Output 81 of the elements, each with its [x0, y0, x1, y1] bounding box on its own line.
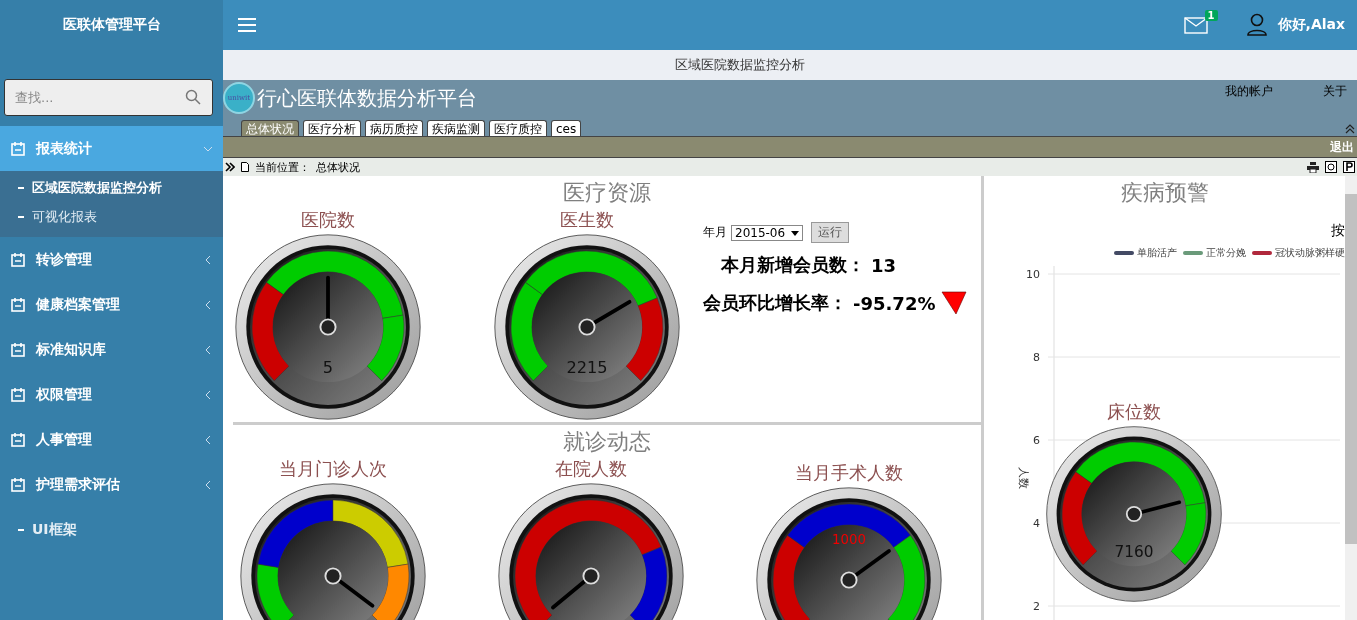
submenu-item[interactable]: 可视化报表 [0, 202, 223, 231]
chevron-left-icon [203, 299, 213, 310]
chevron-left-icon [203, 389, 213, 400]
tick-label: 4 [1032, 517, 1040, 530]
stat-value: 13 [871, 254, 897, 276]
location-label: 当前位置： [255, 159, 310, 175]
stat-label: 本月新增会员数： [721, 253, 865, 277]
menu-item[interactable]: 护理需求评估 [0, 462, 223, 507]
tick-label: 8 [1032, 351, 1040, 364]
chevron-left-icon [203, 434, 213, 445]
scrollbar-thumb[interactable] [1345, 194, 1357, 544]
report-tab[interactable]: 总体状况 [241, 120, 299, 136]
menu-item[interactable]: 权限管理 [0, 372, 223, 417]
report-tab[interactable]: 病历质控 [365, 120, 423, 136]
notification-badge: 1 [1204, 9, 1218, 21]
gauge-title: 医院数 [301, 208, 355, 232]
calendar-icon [10, 476, 26, 493]
calendar-icon [10, 386, 26, 403]
search-field[interactable]: 查找... [4, 79, 213, 116]
calendar-icon [10, 431, 26, 448]
calendar-icon [10, 341, 26, 358]
gauge-reading: 2215 [566, 357, 608, 377]
report-tab[interactable]: ces [551, 120, 582, 136]
period-select[interactable]: 2015-06 [731, 224, 804, 241]
menu-item[interactable]: 转诊管理 [0, 237, 223, 282]
calendar-icon [10, 140, 26, 157]
legend-label: 单胎活产 [1137, 246, 1177, 260]
logout-link[interactable]: 退出 [1330, 138, 1354, 156]
menu-item[interactable]: UI框架 [0, 507, 223, 552]
report-tab[interactable]: 疾病监测 [427, 120, 485, 136]
menu-item[interactable]: 健康档案管理 [0, 282, 223, 327]
user-greeting[interactable]: 你好,Alax [1277, 16, 1345, 34]
section-title: 疾病预警 [1120, 179, 1209, 207]
gauge-title: 在院人数 [555, 457, 627, 481]
report-title: 行心医联体数据分析平台 [257, 84, 477, 112]
header-link[interactable]: 关于 [1323, 83, 1347, 100]
user-icon[interactable] [1245, 13, 1268, 37]
chevron-left-icon [203, 344, 213, 355]
legend-label: 冠状动脉粥样硬 [1275, 246, 1345, 260]
gauge-title: 当月手术人数 [795, 461, 903, 485]
gauge-reading: 7160 [1114, 543, 1154, 562]
report-tab[interactable]: 医疗分析 [303, 120, 361, 136]
report-tab[interactable]: 医疗质控 [489, 120, 547, 136]
location-value: 总体状况 [316, 159, 360, 175]
tick-label: 6 [1032, 434, 1040, 447]
period-label: 年月 [703, 224, 727, 241]
gauge-title: 当月门诊人次 [279, 457, 387, 481]
gauge-title: 医生数 [560, 208, 614, 232]
chevron-left-icon [203, 479, 213, 490]
calendar-icon [10, 251, 26, 268]
printer-icon[interactable] [1307, 161, 1319, 173]
stat-value: -95.72% [853, 292, 936, 314]
calendar-icon [10, 296, 26, 313]
gauge-reading: 1000 [832, 531, 866, 547]
section-title: 医疗资源 [563, 179, 651, 207]
chevron-left-icon [203, 254, 213, 265]
search-icon [185, 89, 201, 105]
section-title: 就诊动态 [563, 428, 651, 456]
document-icon [241, 162, 249, 172]
pdf-icon[interactable] [1343, 161, 1355, 173]
tick-label: 10 [1025, 268, 1040, 281]
menu-item[interactable]: 标准知识库 [0, 327, 223, 372]
gauge-title: 床位数 [1107, 400, 1161, 424]
chart-subtitle: 按 [1331, 222, 1345, 240]
submenu-item[interactable]: 区域医院数据监控分析 [0, 173, 223, 202]
menu-item[interactable]: 报表统计 [0, 126, 223, 171]
export-icon[interactable] [1325, 161, 1337, 173]
header-link[interactable]: 我的帐户 [1225, 83, 1273, 100]
gauge-reading: 5 [322, 357, 334, 377]
double-chevron-icon[interactable] [225, 162, 235, 172]
axis-label: 人数 [1016, 467, 1030, 489]
collapse-icon[interactable] [1345, 124, 1355, 134]
menu-item[interactable]: 人事管理 [0, 417, 223, 462]
tick-label: 2 [1032, 600, 1040, 613]
down-triangle-icon [941, 291, 968, 315]
menu-icon[interactable] [237, 17, 257, 33]
stat-label: 会员环比增长率： [703, 291, 847, 315]
legend-label: 正常分娩 [1206, 246, 1246, 260]
page-tab[interactable]: 区域医院数据监控分析 [223, 50, 1357, 80]
run-button[interactable]: 运行 [811, 222, 850, 243]
mail-icon[interactable] [1183, 16, 1208, 34]
